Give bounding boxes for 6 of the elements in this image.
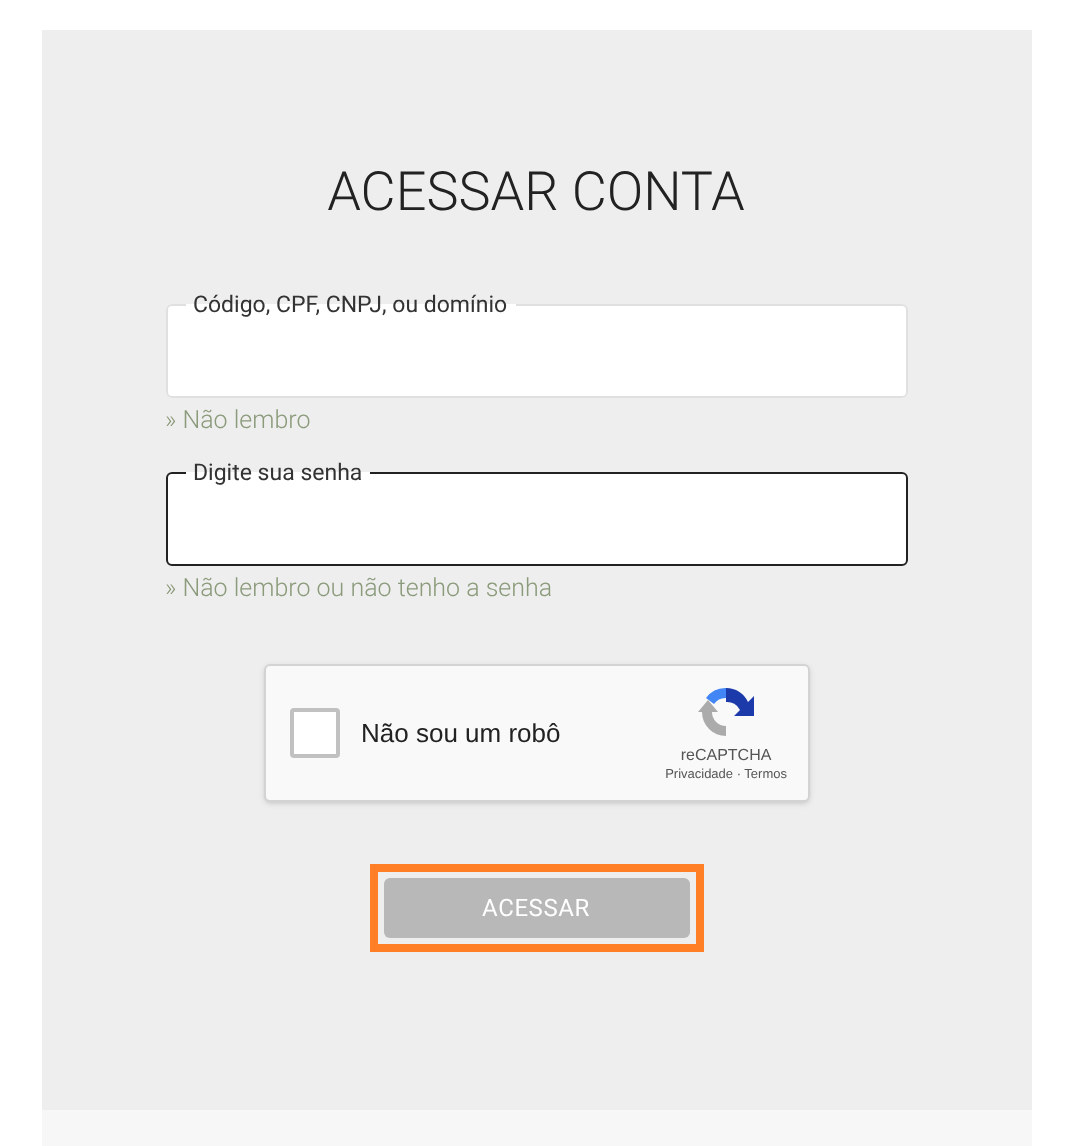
input-field[interactable]: Código, CPF, CNPJ, ou domínio (165, 290, 907, 398)
captcha-label: Não sou um robô (361, 715, 561, 752)
captcha-brand: reCAPTCHA (680, 745, 772, 765)
input-field[interactable]: Digite sua senha (165, 458, 907, 566)
page-title: ACESSAR CONTA (327, 160, 745, 224)
captcha-checkbox[interactable] (289, 708, 339, 758)
